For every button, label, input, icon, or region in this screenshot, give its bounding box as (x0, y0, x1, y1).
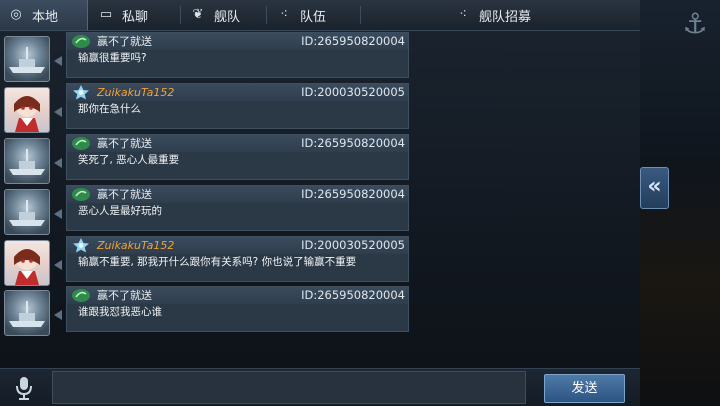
message-bubble: 赢不了就送 ID:265950820004 输赢很重要吗? (66, 32, 409, 78)
sender-name[interactable]: 赢不了就送 (97, 34, 152, 49)
message-text: 输赢很重要吗? (78, 52, 147, 64)
message-text: 那你在急什么 (78, 103, 141, 115)
blue-star-badge (73, 238, 89, 253)
tab-fleet-label: 舰队 (214, 9, 241, 25)
globe-icon: ◎ (10, 7, 22, 22)
tab-divider (360, 6, 361, 24)
microphone-icon[interactable] (12, 375, 36, 401)
chat-message: 赢不了就送 ID:265950820004 笑死了, 恶心人最重要 (0, 134, 640, 184)
sender-name[interactable]: 赢不了就送 (97, 136, 152, 151)
message-header: ZuikakuTa152 ID:200030520005 (67, 237, 408, 254)
tab-team[interactable]: ⁖ 队伍 (276, 0, 356, 30)
bubble-pointer (54, 107, 62, 117)
sender-id: ID:265950820004 (301, 34, 405, 48)
expand-panel-button[interactable]: « (640, 167, 669, 209)
sender-id: ID:265950820004 (301, 288, 405, 302)
message-bubble: ZuikakuTa152 ID:200030520005 那你在急什么 (66, 83, 409, 129)
message-header: 赢不了就送 ID:265950820004 (67, 33, 408, 50)
green-rank-badge (72, 289, 90, 302)
send-button[interactable]: 发送 (544, 374, 625, 403)
anime-girl-avatar[interactable] (4, 240, 50, 286)
tab-divider (180, 6, 181, 24)
chat-message: 赢不了就送 ID:265950820004 恶心人是最好玩的 (0, 185, 640, 235)
fleet-icon: ❦ (192, 7, 204, 22)
chat-message: ZuikakuTa152 ID:200030520005 那你在急什么 (0, 83, 640, 133)
chat-message-list[interactable]: 赢不了就送 ID:265950820004 输赢很重要吗? ZuikakuTa1… (0, 30, 640, 368)
message-bubble: ZuikakuTa152 ID:200030520005 输赢不重要, 那我开什… (66, 236, 409, 282)
recruit-icon: ⁖ (459, 7, 467, 22)
tab-recruit-label: 舰队招募 (479, 9, 532, 25)
message-text: 恶心人是最好玩的 (78, 205, 162, 217)
sender-name[interactable]: 赢不了就送 (97, 288, 152, 303)
message-text: 输赢不重要, 那我开什么跟你有关系吗? 你也说了输赢不重要 (78, 256, 357, 268)
bubble-pointer (54, 260, 62, 270)
bubble-pointer (54, 158, 62, 168)
bubble-pointer (54, 310, 62, 320)
team-icon: ⁖ (280, 7, 288, 22)
warship-avatar[interactable] (4, 189, 50, 235)
tab-local[interactable]: ◎ 本地 (0, 0, 88, 30)
message-header: 赢不了就送 ID:265950820004 (67, 287, 408, 304)
blue-star-badge (73, 85, 89, 100)
message-text: 笑死了, 恶心人最重要 (78, 154, 180, 166)
green-rank-badge (72, 35, 90, 48)
sender-name[interactable]: ZuikakuTa152 (97, 238, 174, 253)
sender-name[interactable]: 赢不了就送 (97, 187, 152, 202)
message-bubble: 赢不了就送 ID:265950820004 笑死了, 恶心人最重要 (66, 134, 409, 180)
warship-avatar[interactable] (4, 36, 50, 82)
bubble-pointer (54, 209, 62, 219)
chat-message: 赢不了就送 ID:265950820004 输赢很重要吗? (0, 32, 640, 82)
warship-avatar[interactable] (4, 138, 50, 184)
tab-team-label: 队伍 (300, 9, 327, 25)
message-icon: ▭ (99, 7, 113, 22)
anchor-icon: ⚓ (682, 7, 708, 40)
anime-girl-avatar[interactable] (4, 87, 50, 133)
message-header: 赢不了就送 ID:265950820004 (67, 135, 408, 152)
chat-message: 赢不了就送 ID:265950820004 谁跟我怼我恶心谁 (0, 286, 640, 336)
sender-id: ID:200030520005 (301, 238, 405, 252)
bubble-pointer (54, 56, 62, 66)
message-header: 赢不了就送 ID:265950820004 (67, 186, 408, 203)
tab-fleet[interactable]: ❦ 舰队 (190, 0, 270, 30)
chat-message-input[interactable] (52, 371, 526, 404)
sender-id: ID:265950820004 (301, 136, 405, 150)
message-bubble: 赢不了就送 ID:265950820004 恶心人是最好玩的 (66, 185, 409, 231)
chat-input-bar: 发送 (0, 368, 640, 406)
tab-fleet-recruit[interactable]: ⁖ 舰队招募 (455, 0, 555, 30)
double-chevron-left-icon: « (647, 174, 662, 199)
message-text: 谁跟我怼我恶心谁 (78, 306, 162, 318)
chat-message: ZuikakuTa152 ID:200030520005 输赢不重要, 那我开什… (0, 236, 640, 286)
tab-divider (266, 6, 267, 24)
green-rank-badge (72, 188, 90, 201)
message-header: ZuikakuTa152 ID:200030520005 (67, 84, 408, 101)
tab-private-label: 私聊 (122, 9, 149, 25)
sender-id: ID:200030520005 (301, 85, 405, 99)
channel-tab-bar: ◎ 本地 ▭ 私聊 ❦ 舰队 ⁖ 队伍 ⁖ 舰队招募 (0, 0, 640, 31)
tab-private[interactable]: ▭ 私聊 (98, 0, 178, 30)
warship-avatar[interactable] (4, 290, 50, 336)
message-bubble: 赢不了就送 ID:265950820004 谁跟我怼我恶心谁 (66, 286, 409, 332)
green-rank-badge (72, 137, 90, 150)
tab-local-label: 本地 (32, 9, 59, 25)
sender-id: ID:265950820004 (301, 187, 405, 201)
sender-name[interactable]: ZuikakuTa152 (97, 85, 174, 100)
